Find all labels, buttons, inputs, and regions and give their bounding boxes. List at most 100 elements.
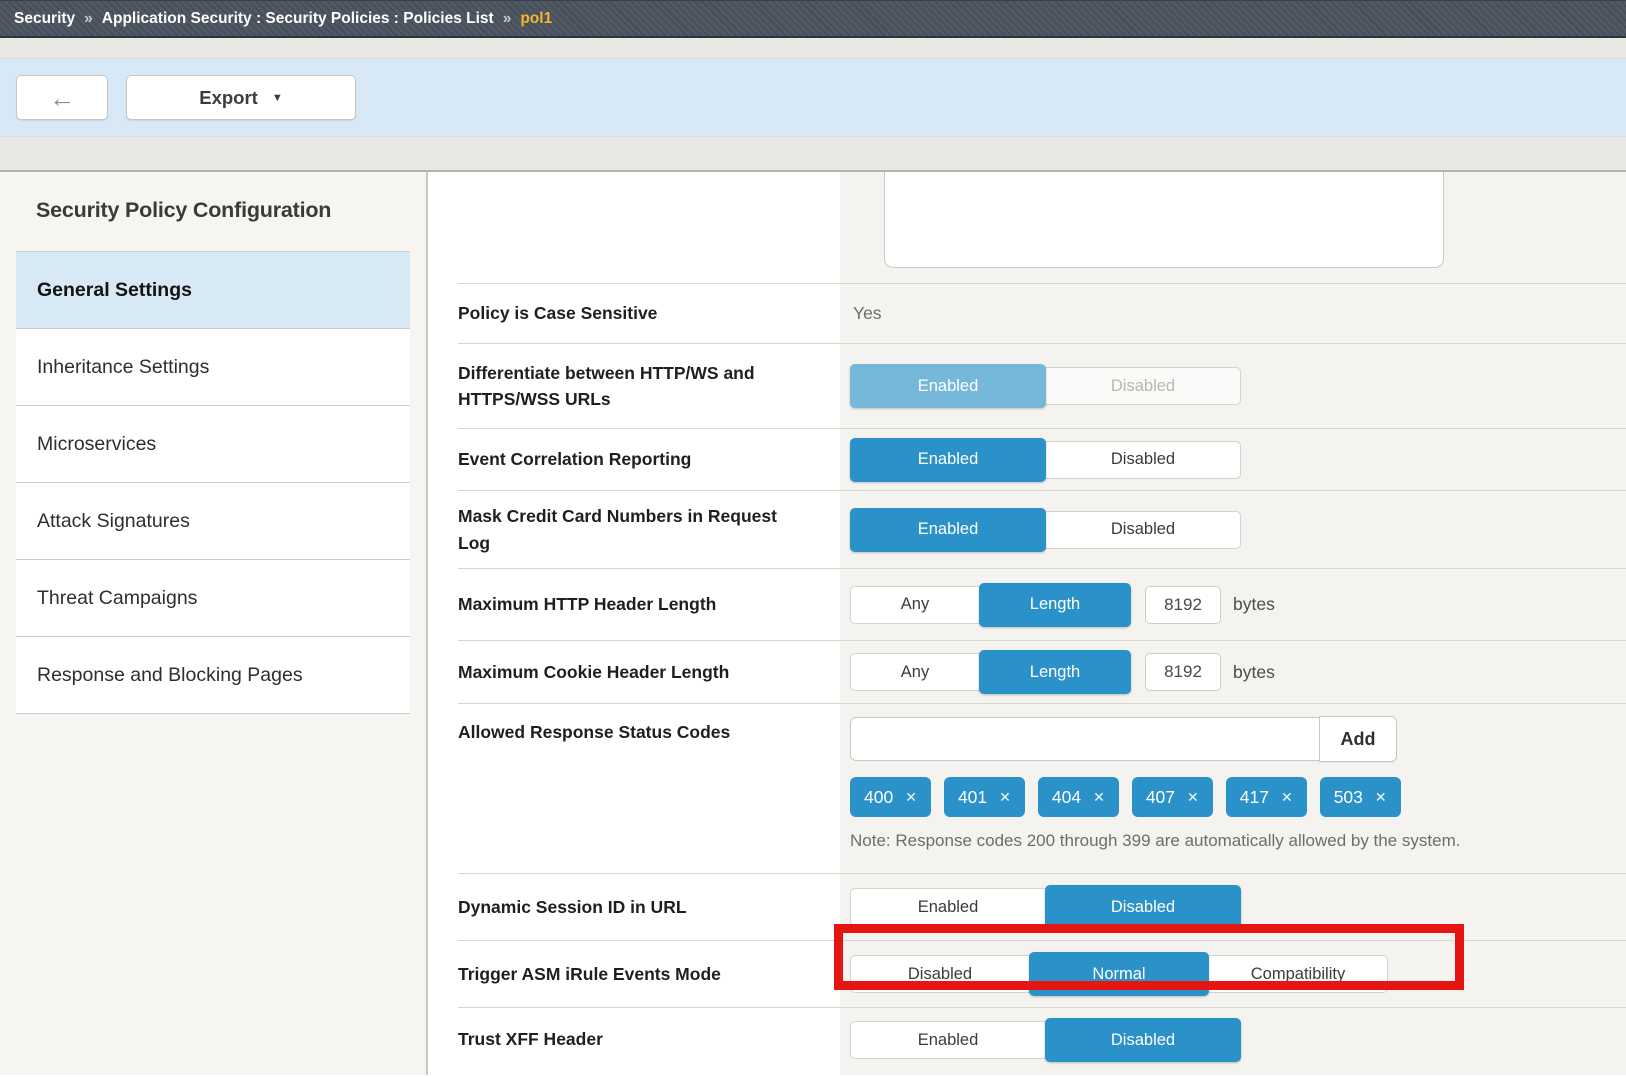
- disabled-option[interactable]: Disabled: [1045, 885, 1241, 929]
- tag-value: 503: [1334, 787, 1363, 808]
- enabled-option[interactable]: Enabled: [850, 1021, 1046, 1059]
- export-button-label: Export: [199, 87, 258, 109]
- setting-row-max-http-header: Maximum HTTP Header Length Any Length by…: [458, 568, 1626, 640]
- status-code-tag: 404 ✕: [1038, 777, 1119, 817]
- length-option[interactable]: Length: [979, 650, 1131, 694]
- main-area: Security Policy Configuration General Se…: [0, 172, 1626, 1075]
- http-header-length-input[interactable]: [1145, 586, 1221, 624]
- setting-row-differentiate-urls: Differentiate between HTTP/WS and HTTPS/…: [458, 343, 1626, 428]
- setting-label: Maximum Cookie Header Length: [458, 641, 840, 703]
- sidebar-item-label: Threat Campaigns: [37, 587, 197, 610]
- unit-label: bytes: [1233, 662, 1275, 683]
- chevron-down-icon: ▼: [272, 92, 283, 104]
- status-code-tag: 503 ✕: [1320, 777, 1401, 817]
- setting-readonly-value: Yes: [850, 303, 882, 324]
- enabled-option[interactable]: Enabled: [850, 438, 1046, 482]
- toggle-mask-credit-card: Enabled Disabled: [850, 508, 1241, 552]
- status-codes-note: Note: Response codes 200 through 399 are…: [850, 831, 1460, 851]
- status-code-tags: 400 ✕ 401 ✕ 404 ✕ 407 ✕: [850, 777, 1414, 817]
- settings-panel: Policy is Case Sensitive Yes Differentia…: [428, 172, 1626, 1075]
- remove-tag-icon[interactable]: ✕: [1187, 789, 1199, 806]
- setting-label: [458, 172, 840, 283]
- breadcrumb-current-policy: pol1: [520, 10, 552, 28]
- tag-value: 417: [1240, 787, 1269, 808]
- sidebar-item-label: Inheritance Settings: [37, 356, 209, 379]
- normal-option[interactable]: Normal: [1029, 952, 1209, 996]
- sidebar-title: Security Policy Configuration: [36, 198, 426, 223]
- back-button[interactable]: ←: [16, 75, 108, 120]
- disabled-option[interactable]: Disabled: [1045, 511, 1241, 549]
- disabled-option[interactable]: Disabled: [1045, 367, 1241, 405]
- breadcrumb-separator-icon: »: [503, 10, 512, 28]
- tag-value: 407: [1146, 787, 1175, 808]
- setting-label: Allowed Response Status Codes: [458, 704, 840, 873]
- setting-label: Trust XFF Header: [458, 1008, 840, 1075]
- sidebar-item-label: Response and Blocking Pages: [37, 664, 303, 687]
- toggle-event-correlation: Enabled Disabled: [850, 438, 1241, 482]
- setting-row-event-correlation: Event Correlation Reporting Enabled Disa…: [458, 428, 1626, 490]
- sidebar-item-inheritance-settings[interactable]: Inheritance Settings: [16, 329, 410, 406]
- truncated-text-input[interactable]: [884, 172, 1444, 268]
- sidebar-item-microservices[interactable]: Microservices: [16, 406, 410, 483]
- toggle-max-http-header: Any Length: [850, 583, 1131, 627]
- compatibility-option[interactable]: Compatibility: [1208, 955, 1388, 993]
- setting-row-partial: [458, 172, 1626, 283]
- back-arrow-icon: ←: [49, 85, 75, 111]
- status-code-tag: 407 ✕: [1132, 777, 1213, 817]
- setting-row-mask-credit-card: Mask Credit Card Numbers in Request Log …: [458, 490, 1626, 568]
- disabled-option[interactable]: Disabled: [1045, 441, 1241, 479]
- disabled-option[interactable]: Disabled: [850, 955, 1030, 993]
- any-option[interactable]: Any: [850, 586, 980, 624]
- setting-label: Differentiate between HTTP/WS and HTTPS/…: [458, 344, 840, 428]
- toggle-dynamic-session-id: Enabled Disabled: [850, 885, 1241, 929]
- remove-tag-icon[interactable]: ✕: [1281, 789, 1293, 806]
- sidebar-nav: General Settings Inheritance Settings Mi…: [16, 251, 410, 714]
- export-button[interactable]: Export ▼: [126, 75, 356, 120]
- remove-tag-icon[interactable]: ✕: [999, 789, 1011, 806]
- breadcrumb-path[interactable]: Application Security : Security Policies…: [102, 10, 494, 28]
- setting-label: Policy is Case Sensitive: [458, 284, 840, 343]
- sidebar-item-general-settings[interactable]: General Settings: [16, 252, 410, 329]
- breadcrumb-separator-icon: »: [84, 10, 93, 28]
- sidebar-item-label: General Settings: [37, 279, 192, 302]
- toggle-trust-xff: Enabled Disabled: [850, 1018, 1241, 1062]
- add-status-code-button[interactable]: Add: [1319, 716, 1397, 762]
- setting-label: Event Correlation Reporting: [458, 429, 840, 490]
- tag-value: 400: [864, 787, 893, 808]
- enabled-option[interactable]: Enabled: [850, 508, 1046, 552]
- sidebar-item-label: Microservices: [37, 433, 156, 456]
- spacer-strip: [0, 38, 1626, 59]
- toggle-trigger-irule-events: Disabled Normal Compatibility: [850, 952, 1388, 996]
- breadcrumb: Security » Application Security : Securi…: [0, 0, 1626, 38]
- tag-value: 401: [958, 787, 987, 808]
- setting-label: Mask Credit Card Numbers in Request Log: [458, 491, 798, 568]
- setting-row-case-sensitive: Policy is Case Sensitive Yes: [458, 283, 1626, 343]
- cookie-header-length-input[interactable]: [1145, 653, 1221, 691]
- unit-label: bytes: [1233, 594, 1275, 615]
- disabled-option[interactable]: Disabled: [1045, 1018, 1241, 1062]
- setting-row-trigger-irule-events: Trigger ASM iRule Events Mode Disabled N…: [458, 940, 1626, 1007]
- status-code-tag: 400 ✕: [850, 777, 931, 817]
- breadcrumb-section[interactable]: Security: [14, 10, 75, 28]
- sidebar-item-label: Attack Signatures: [37, 510, 190, 533]
- setting-row-allowed-status-codes: Allowed Response Status Codes Add 400 ✕ …: [458, 703, 1626, 873]
- status-code-tag: 417 ✕: [1226, 777, 1307, 817]
- sidebar-item-threat-campaigns[interactable]: Threat Campaigns: [16, 560, 410, 637]
- remove-tag-icon[interactable]: ✕: [1375, 789, 1387, 806]
- sidebar-item-attack-signatures[interactable]: Attack Signatures: [16, 483, 410, 560]
- setting-label: Dynamic Session ID in URL: [458, 874, 840, 940]
- spacer-strip: [0, 136, 1626, 172]
- toggle-max-cookie-header: Any Length: [850, 650, 1131, 694]
- status-code-input[interactable]: [850, 717, 1320, 761]
- toolbar: ← Export ▼: [0, 59, 1626, 136]
- enabled-option[interactable]: Enabled: [850, 888, 1046, 926]
- setting-row-dynamic-session-id: Dynamic Session ID in URL Enabled Disabl…: [458, 873, 1626, 940]
- remove-tag-icon[interactable]: ✕: [1093, 789, 1105, 806]
- sidebar-item-response-blocking-pages[interactable]: Response and Blocking Pages: [16, 637, 410, 714]
- remove-tag-icon[interactable]: ✕: [905, 789, 917, 806]
- enabled-option[interactable]: Enabled: [850, 364, 1046, 408]
- sidebar: Security Policy Configuration General Se…: [0, 172, 428, 1075]
- toggle-differentiate-urls: Enabled Disabled: [850, 364, 1241, 408]
- length-option[interactable]: Length: [979, 583, 1131, 627]
- any-option[interactable]: Any: [850, 653, 980, 691]
